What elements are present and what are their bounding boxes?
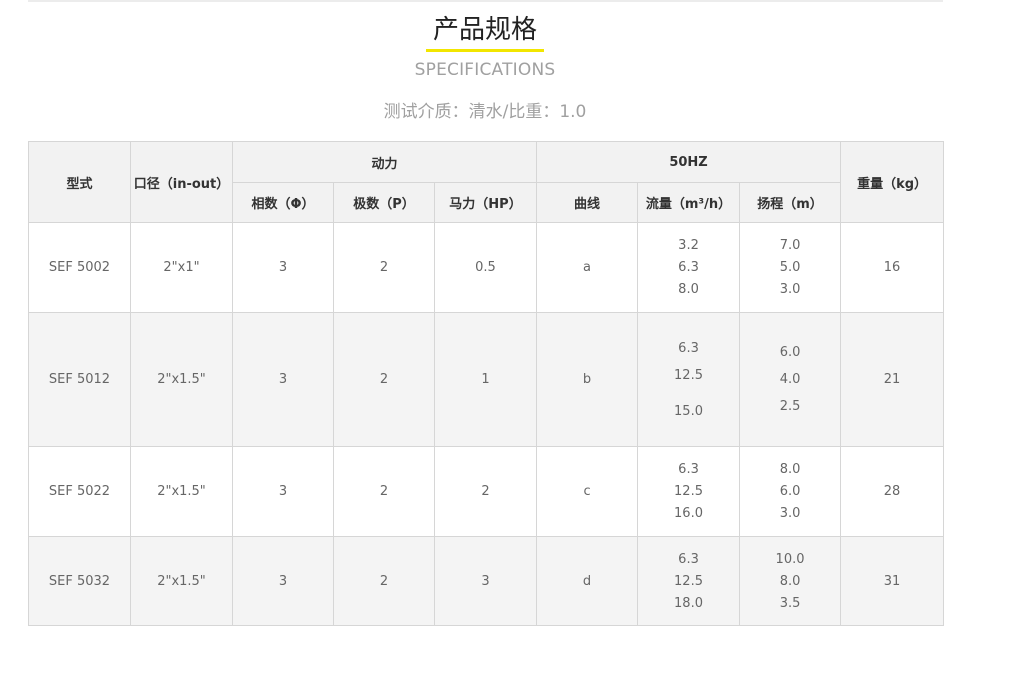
header-port: 口径（in-out） bbox=[130, 141, 233, 223]
cell-port: 2"x1.5" bbox=[130, 536, 233, 626]
flow-value: 15.0 bbox=[674, 403, 703, 419]
cell-head: 8.0 6.0 3.0 bbox=[739, 446, 842, 537]
cell-curve: a bbox=[536, 222, 639, 313]
specifications-table: 型式 口径（in-out） 动力 50HZ 重量（kg） 相数（Φ） 极数（P）… bbox=[28, 141, 945, 626]
cell-horsepower: 0.5 bbox=[433, 222, 538, 313]
cell-weight: 28 bbox=[840, 446, 945, 537]
head-value: 3.0 bbox=[779, 506, 801, 521]
cell-model: SEF 5032 bbox=[28, 536, 131, 626]
header-weight: 重量（kg） bbox=[840, 141, 945, 223]
table-row: SEF 5012 2"x1.5" 3 2 1 b 6.3 12.5 15.0 6… bbox=[28, 312, 945, 447]
flow-value: 8.0 bbox=[678, 282, 699, 297]
cell-flow: 6.3 12.5 15.0 bbox=[637, 312, 741, 447]
cell-horsepower: 3 bbox=[433, 536, 538, 626]
head-value: 8.0 bbox=[779, 573, 801, 589]
flow-value: 12.5 bbox=[674, 484, 703, 499]
cell-weight: 31 bbox=[840, 536, 945, 626]
header-frequency-group: 50HZ bbox=[536, 141, 842, 183]
flow-value: 18.0 bbox=[674, 595, 703, 611]
head-value: 6.0 bbox=[779, 484, 801, 499]
flow-value: 6.3 bbox=[678, 551, 699, 567]
header-head: 扬程（m） bbox=[739, 182, 842, 223]
test-medium-note: 测试介质：清水/比重：1.0 bbox=[383, 102, 587, 122]
header-poles: 极数（P） bbox=[333, 182, 435, 223]
page-subtitle: SPECIFICATIONS bbox=[414, 60, 556, 80]
cell-head: 10.0 8.0 3.5 bbox=[739, 536, 842, 626]
cell-flow: 6.3 12.5 16.0 bbox=[637, 446, 741, 537]
cell-port: 2"x1.5" bbox=[130, 446, 233, 537]
head-value: 5.0 bbox=[779, 260, 801, 275]
head-value: 2.5 bbox=[779, 399, 801, 414]
cell-weight: 21 bbox=[840, 312, 945, 447]
cell-head: 7.0 5.0 3.0 bbox=[739, 222, 842, 313]
header-phase: 相数（Φ） bbox=[232, 182, 334, 223]
header-curve: 曲线 bbox=[536, 182, 639, 223]
cell-poles: 2 bbox=[333, 312, 435, 447]
cell-head: 6.0 4.0 2.5 bbox=[739, 312, 842, 447]
header-flow: 流量（m³/h） bbox=[637, 182, 741, 223]
cell-poles: 2 bbox=[333, 222, 435, 313]
table-row: SEF 5032 2"x1.5" 3 2 3 d 6.3 12.5 18.0 1… bbox=[28, 536, 945, 626]
cell-poles: 2 bbox=[333, 536, 435, 626]
flow-value: 12.5 bbox=[674, 573, 703, 589]
flow-value: 16.0 bbox=[674, 506, 703, 521]
cell-model: SEF 5012 bbox=[28, 312, 131, 447]
cell-curve: c bbox=[536, 446, 639, 537]
cell-phase: 3 bbox=[232, 312, 334, 447]
cell-flow: 3.2 6.3 8.0 bbox=[637, 222, 741, 313]
cell-port: 2"x1.5" bbox=[130, 312, 233, 447]
head-value: 3.5 bbox=[779, 595, 801, 611]
head-value: 3.0 bbox=[779, 282, 801, 297]
head-value: 8.0 bbox=[779, 462, 801, 477]
table-row: SEF 5022 2"x1.5" 3 2 2 c 6.3 12.5 16.0 8… bbox=[28, 446, 945, 537]
cell-model: SEF 5022 bbox=[28, 446, 131, 537]
flow-value: 6.3 bbox=[678, 260, 699, 275]
cell-phase: 3 bbox=[232, 222, 334, 313]
cell-horsepower: 1 bbox=[433, 312, 538, 447]
head-value: 6.0 bbox=[779, 345, 801, 360]
cell-weight: 16 bbox=[840, 222, 945, 313]
header-power-group: 动力 bbox=[231, 141, 538, 183]
cell-horsepower: 2 bbox=[433, 446, 538, 537]
flow-value: 3.2 bbox=[678, 238, 699, 253]
header-model: 型式 bbox=[28, 141, 131, 223]
cell-curve: b bbox=[536, 312, 639, 447]
cell-poles: 2 bbox=[333, 446, 435, 537]
flow-value: 6.3 bbox=[678, 340, 699, 356]
cell-phase: 3 bbox=[232, 446, 334, 537]
cell-flow: 6.3 12.5 18.0 bbox=[637, 536, 741, 626]
cell-curve: d bbox=[536, 536, 639, 626]
cell-port: 2"x1" bbox=[130, 222, 233, 313]
cell-phase: 3 bbox=[232, 536, 334, 626]
head-value: 10.0 bbox=[775, 551, 805, 567]
table-row: SEF 5002 2"x1" 3 2 0.5 a 3.2 6.3 8.0 7.0… bbox=[28, 222, 945, 313]
top-divider bbox=[28, 0, 943, 2]
flow-value: 6.3 bbox=[678, 462, 699, 477]
head-value: 7.0 bbox=[779, 238, 801, 253]
head-value: 4.0 bbox=[779, 372, 801, 387]
page-title: 产品规格 bbox=[432, 15, 537, 45]
header-horsepower: 马力（HP） bbox=[433, 182, 538, 223]
flow-value: 12.5 bbox=[674, 367, 703, 383]
cell-model: SEF 5002 bbox=[28, 222, 131, 313]
title-underline bbox=[426, 49, 544, 52]
